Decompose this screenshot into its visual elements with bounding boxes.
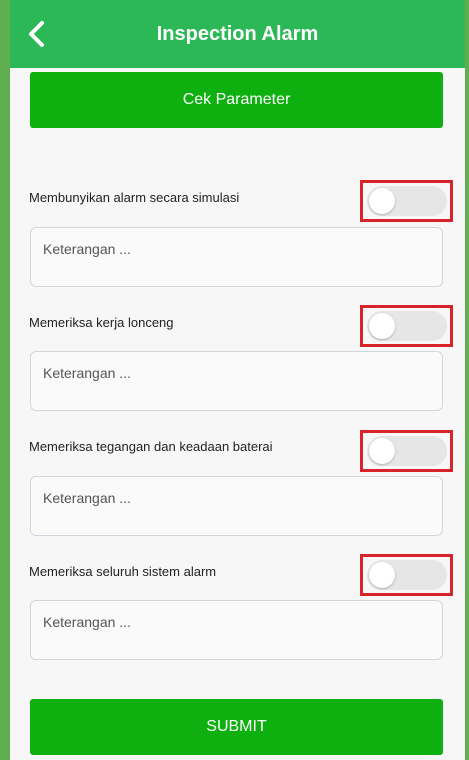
item-1-label: Membunyikan alarm secara simulasi <box>29 190 240 205</box>
item-2-note-placeholder: Keterangan ... <box>43 365 131 381</box>
item-1-note-placeholder: Keterangan ... <box>43 241 131 257</box>
left-frame-border <box>0 0 10 760</box>
page-title: Inspection Alarm <box>156 22 319 45</box>
item-3-note-field[interactable]: Keterangan ... <box>30 476 443 536</box>
toggle-knob <box>368 313 395 339</box>
item-3-label: Memeriksa tegangan dan keadaan baterai <box>29 439 273 454</box>
item-3-note-placeholder: Keterangan ... <box>43 490 131 506</box>
app-header: Inspection Alarm <box>10 0 465 68</box>
right-frame-border <box>465 0 469 760</box>
item-2-label: Memeriksa kerja lonceng <box>29 315 174 330</box>
item-4-toggle[interactable] <box>366 560 447 590</box>
item-3-toggle[interactable] <box>366 436 447 466</box>
chevron-left-icon <box>29 21 44 47</box>
item-3-toggle-highlight <box>360 430 453 472</box>
item-4-note-placeholder: Keterangan ... <box>43 614 131 630</box>
item-2-note-field[interactable]: Keterangan ... <box>30 351 443 411</box>
item-4-label: Memeriksa seluruh sistem alarm <box>29 564 217 579</box>
toggle-knob <box>368 438 395 464</box>
toggle-knob <box>368 188 395 214</box>
item-1-toggle-highlight <box>360 180 453 222</box>
submit-button[interactable]: SUBMIT <box>30 699 443 755</box>
item-1-toggle[interactable] <box>366 186 447 216</box>
toggle-knob <box>368 562 395 588</box>
item-4-toggle-highlight <box>360 554 453 596</box>
back-button[interactable] <box>18 14 54 54</box>
item-2-toggle-highlight <box>360 305 453 347</box>
cek-parameter-button[interactable]: Cek Parameter <box>30 72 443 128</box>
item-1-note-field[interactable]: Keterangan ... <box>30 227 443 287</box>
item-4-note-field[interactable]: Keterangan ... <box>30 600 443 660</box>
item-2-toggle[interactable] <box>366 311 447 341</box>
form-content: Cek Parameter Membunyikan alarm secara s… <box>10 68 465 760</box>
